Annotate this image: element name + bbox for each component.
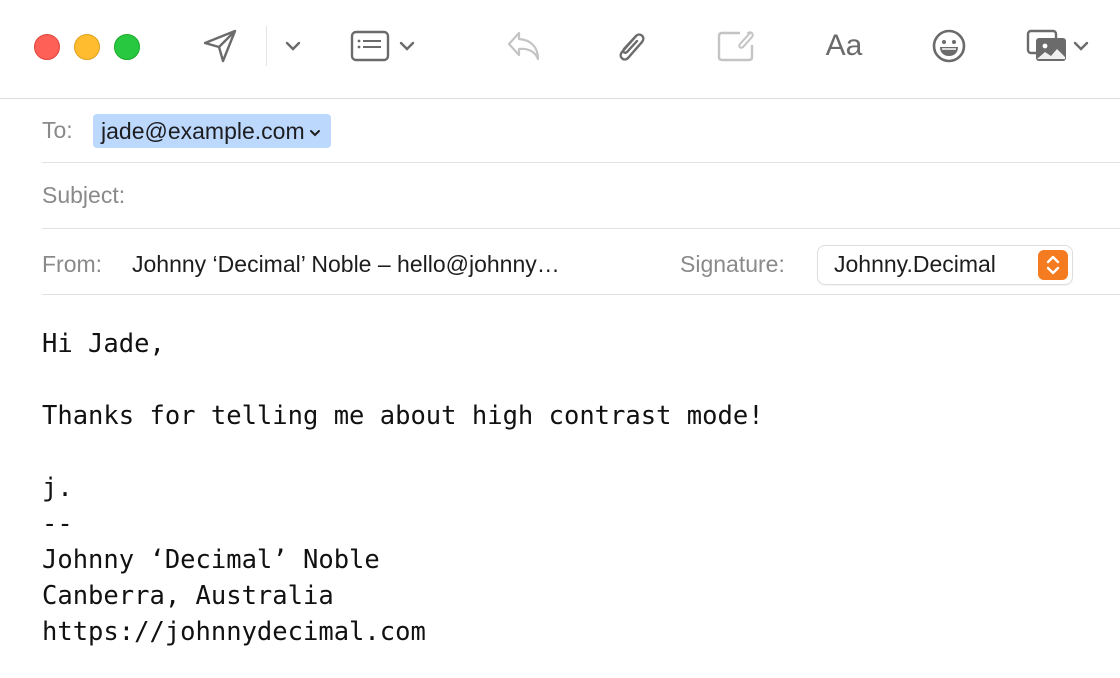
close-button[interactable] (34, 34, 60, 60)
smiley-icon (932, 29, 966, 63)
chevron-down-icon (285, 41, 301, 51)
header-fields-button[interactable] (346, 26, 418, 66)
toolbar-separator (266, 26, 267, 66)
message-body[interactable]: Hi Jade, Thanks for telling me about hig… (42, 326, 764, 650)
send-button[interactable] (198, 26, 242, 66)
subject-label: Subject: (42, 182, 126, 208)
signature-value: Johnny.Decimal (834, 251, 996, 277)
photo-browser-button[interactable] (1020, 26, 1094, 66)
reply-button[interactable] (502, 26, 546, 66)
from-label: From: (42, 251, 103, 277)
chevron-down-icon (1073, 41, 1089, 51)
photos-icon (1026, 29, 1066, 61)
toolbar: Aa (0, 0, 1120, 99)
zoom-button[interactable] (114, 34, 140, 60)
minimize-button[interactable] (74, 34, 100, 60)
format-button[interactable]: Aa (820, 26, 868, 66)
chevron-down-icon (399, 41, 415, 51)
header-list-icon (350, 30, 390, 62)
signature-label: Signature: (680, 251, 785, 277)
attachment-box-icon (717, 31, 754, 62)
subject-input[interactable] (150, 176, 1094, 214)
attach-button[interactable] (610, 26, 650, 66)
chevron-down-icon (309, 129, 320, 136)
paper-plane-icon (203, 29, 237, 63)
recipient-address: jade@example.com (101, 117, 305, 144)
recipient-token[interactable]: jade@example.com (93, 114, 331, 148)
to-label: To: (42, 117, 73, 143)
reply-arrow-icon (507, 31, 540, 61)
paperclip-icon (619, 33, 645, 61)
signature-select[interactable]: Johnny.Decimal (818, 246, 1072, 284)
send-options-button[interactable] (282, 26, 304, 66)
stepper-arrows-icon (1038, 250, 1068, 280)
include-attachment-button[interactable] (714, 26, 758, 66)
from-account-popup[interactable]: Johnny ‘Decimal’ Noble – hello@johnny… (132, 251, 560, 278)
emoji-button[interactable] (928, 26, 970, 66)
